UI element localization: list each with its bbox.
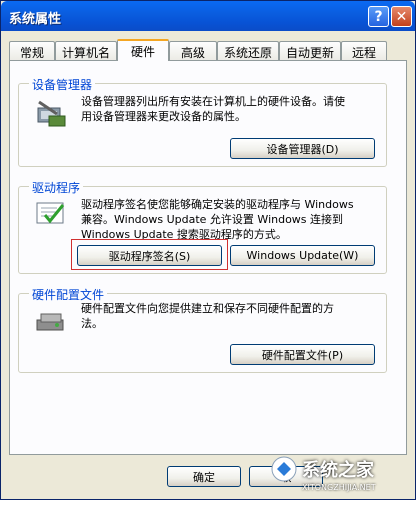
- device-manager-label: 设备管理器: [29, 76, 96, 93]
- hardware-profiles-desc-1: 硬件配置文件向您提供建立和保存不同硬件配置的方: [81, 302, 334, 315]
- watermark: 系统之家 XITONGZHIJIA.NET: [270, 455, 410, 501]
- watermark-subtext: XITONGZHIJIA.NET: [302, 483, 376, 492]
- tab-system-restore[interactable]: 系统还原: [217, 41, 279, 60]
- device-manager-desc-2: 用设备管理器来更改设备的属性。: [81, 110, 246, 123]
- hardware-profiles-button[interactable]: 硬件配置文件(P): [230, 344, 375, 365]
- tab-automatic-updates[interactable]: 自动更新: [279, 41, 341, 60]
- watermark-logo-icon: [271, 456, 297, 482]
- tab-advanced[interactable]: 高级: [169, 41, 217, 60]
- tab-remote[interactable]: 远程: [341, 41, 387, 60]
- windows-update-button[interactable]: Windows Update(W): [230, 245, 375, 266]
- help-button[interactable]: ?: [368, 6, 389, 27]
- device-manager-icon: [37, 100, 66, 127]
- drivers-desc-1: 驱动程序签名使您能够确定安装的驱动程序与 Windows: [81, 198, 354, 211]
- window-title: 系统属性: [9, 12, 62, 27]
- ok-button[interactable]: 确定: [167, 466, 241, 487]
- hardware-profile-icon: [36, 313, 64, 331]
- system-properties-window: 系统属性 ? ✕ 常规 计算机名 硬件 高级 系统还原 自动更新 远程 设备管理…: [0, 0, 416, 500]
- tab-general[interactable]: 常规: [9, 41, 55, 60]
- signing-highlight-box: [71, 239, 228, 270]
- close-button[interactable]: ✕: [391, 6, 412, 27]
- drivers-desc-2: 兼容。Windows Update 允许设置 Windows 连接到: [81, 213, 344, 226]
- hardware-profiles-group: 硬件配置文件 硬件配置文件向您提供建立和保存不同硬件配置的方 法。 硬件配置文件…: [18, 286, 387, 373]
- device-manager-group: 设备管理器 设备管理器列出所有安装在计算机上的硬件设备。请使 用设备管理器来更改…: [18, 76, 387, 167]
- hardware-profiles-desc-2: 法。: [81, 317, 103, 330]
- tab-computer-name[interactable]: 计算机名: [55, 41, 117, 60]
- tab-hardware[interactable]: 硬件: [117, 39, 169, 61]
- watermark-text: 系统之家: [302, 460, 374, 481]
- device-manager-button[interactable]: 设备管理器(D): [230, 138, 375, 159]
- drivers-label: 驱动程序: [29, 179, 84, 196]
- driver-signing-icon: [36, 202, 65, 224]
- device-manager-desc-1: 设备管理器列出所有安装在计算机上的硬件设备。请使: [81, 95, 345, 108]
- title-bar[interactable]: 系统属性 ? ✕: [1, 1, 415, 31]
